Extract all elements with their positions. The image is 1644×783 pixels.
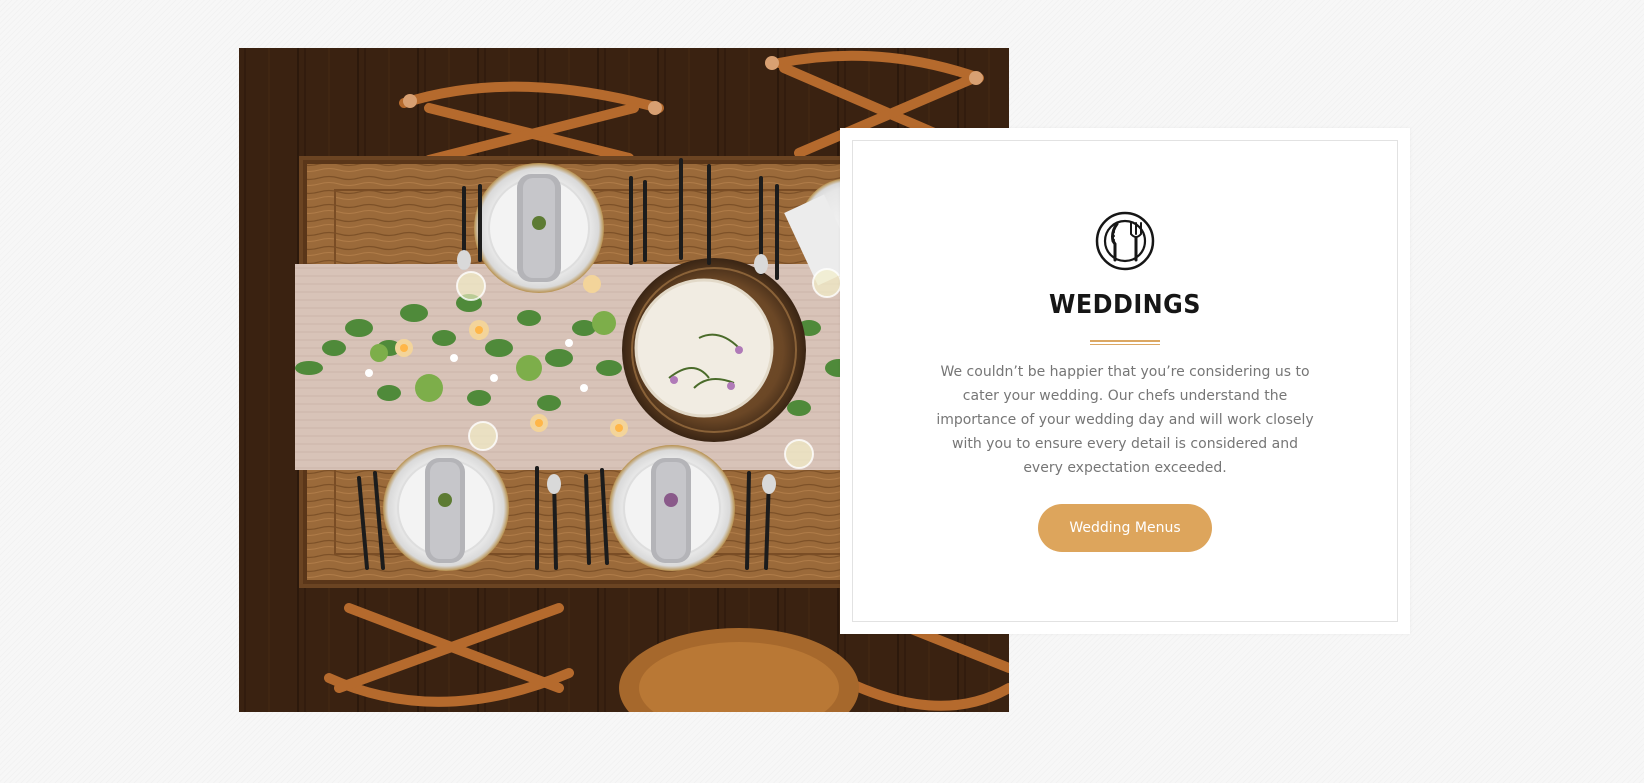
card-title: WEDDINGS [1049, 290, 1201, 320]
card-description: We couldn’t be happier that you’re consi… [936, 364, 1314, 476]
title-divider [1090, 340, 1160, 345]
weddings-card: WEDDINGS We couldn’t be happier that you… [840, 128, 1410, 634]
wedding-menus-button[interactable]: Wedding Menus [1038, 504, 1212, 552]
plate-cutlery-icon [1094, 210, 1156, 272]
